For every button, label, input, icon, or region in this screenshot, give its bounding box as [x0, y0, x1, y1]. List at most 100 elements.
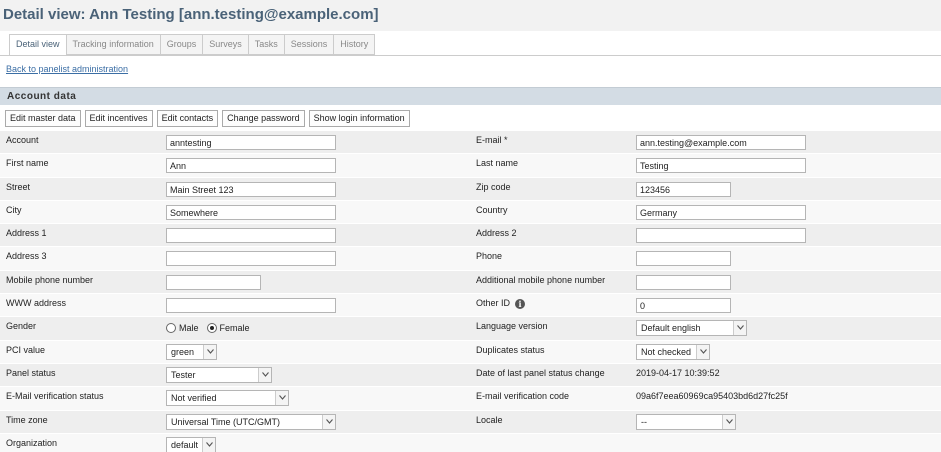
form-row: Organization default: [0, 433, 941, 452]
country-field[interactable]: Germany: [636, 204, 806, 220]
form-row: City Somewhere Country Germany: [0, 200, 941, 225]
last-panel-status-change-label: Date of last panel status change: [476, 367, 605, 378]
street-label: Street: [6, 181, 31, 192]
tab-sessions[interactable]: Sessions: [284, 34, 335, 55]
zip-code-field[interactable]: 123456: [636, 181, 731, 197]
email-verification-status-select[interactable]: Not verified: [166, 390, 289, 407]
other-id-label: Other ID i: [476, 298, 526, 309]
last-name-label: Last name: [476, 158, 519, 169]
tab-history[interactable]: History: [334, 34, 376, 55]
city-field[interactable]: Somewhere: [166, 204, 336, 220]
organization-label: Organization: [6, 437, 58, 448]
email-verification-code-label: E-mail verification code: [476, 391, 570, 402]
tab-groups[interactable]: Groups: [160, 34, 204, 55]
form-row: Gender Male Female Language version Defa…: [0, 317, 941, 341]
organization-select[interactable]: default: [166, 436, 216, 452]
info-icon[interactable]: i: [515, 298, 526, 309]
duplicates-status-value: Not checked: [641, 346, 692, 357]
phone-label: Phone: [476, 251, 503, 262]
change-password-button[interactable]: Change password: [222, 110, 305, 127]
city-label: City: [6, 204, 22, 215]
chevron-down-icon: [258, 367, 271, 382]
title-bar: Detail view: Ann Testing [ann.testing@ex…: [0, 0, 941, 31]
gender-female-label: Female: [219, 323, 250, 334]
mobile-phone-label: Mobile phone number: [6, 274, 94, 285]
edit-contacts-button[interactable]: Edit contacts: [156, 110, 219, 127]
tabs-divider: [0, 55, 941, 56]
language-version-select[interactable]: Default english: [636, 320, 747, 337]
form-row: E-Mail verification status Not verified …: [0, 387, 941, 411]
chevron-down-icon: [696, 344, 709, 359]
pci-value-select[interactable]: green: [166, 343, 217, 360]
edit-incentives-button[interactable]: Edit incentives: [84, 110, 153, 127]
duplicates-status-label: Duplicates status: [476, 344, 545, 355]
address1-label: Address 1: [6, 228, 47, 239]
organization-value: default: [171, 439, 199, 450]
chevron-down-icon: [722, 414, 735, 429]
gender-male-label: Male: [179, 323, 199, 334]
tab-bar: Detail view Tracking information Groups …: [9, 34, 376, 56]
chevron-down-icon: [275, 391, 288, 406]
tab-detail-view[interactable]: Detail view: [9, 34, 67, 56]
gender-male-radio[interactable]: [166, 323, 176, 334]
back-to-panelist-administration-link[interactable]: Back to panelist administration: [6, 64, 128, 74]
first-name-field[interactable]: Ann: [166, 158, 336, 174]
phone-field[interactable]: [636, 251, 731, 267]
chevron-down-icon: [322, 414, 335, 429]
form-row: Street Main Street 123 Zip code 123456: [0, 177, 941, 201]
gender-female-radio[interactable]: [206, 323, 217, 334]
other-id-label-text: Other ID: [476, 298, 511, 309]
mobile-phone-field[interactable]: [166, 274, 261, 290]
form-row: Mobile phone number Additional mobile ph…: [0, 270, 941, 295]
time-zone-select[interactable]: Universal Time (UTC/GMT): [166, 413, 336, 430]
locale-label: Locale: [476, 414, 503, 425]
tab-tracking-information[interactable]: Tracking information: [66, 34, 161, 55]
last-name-field[interactable]: Testing: [636, 158, 806, 174]
street-field[interactable]: Main Street 123: [166, 181, 336, 197]
email-verification-status-value: Not verified: [171, 393, 217, 404]
section-title: Account data: [7, 91, 77, 102]
locale-value: --: [641, 416, 647, 427]
pci-value-label: PCI value: [6, 344, 46, 355]
www-address-field[interactable]: [166, 298, 336, 314]
time-zone-label: Time zone: [6, 414, 48, 425]
additional-mobile-phone-label: Additional mobile phone number: [476, 274, 606, 285]
address3-field[interactable]: [166, 251, 336, 267]
page-title: Detail view: Ann Testing [ann.testing@ex…: [3, 6, 379, 23]
tab-surveys[interactable]: Surveys: [203, 34, 249, 55]
last-panel-status-change-value: 2019-04-17 10:39:52: [636, 367, 720, 378]
address1-field[interactable]: [166, 228, 336, 244]
account-label: Account: [6, 135, 39, 145]
form-row: Time zone Universal Time (UTC/GMT) Local…: [0, 410, 941, 434]
form-row: First name Ann Last name Testing: [0, 154, 941, 178]
account-field[interactable]: anntesting: [166, 135, 336, 150]
language-version-label: Language version: [476, 321, 548, 332]
duplicates-status-select[interactable]: Not checked: [636, 343, 710, 360]
show-login-information-button[interactable]: Show login information: [308, 110, 410, 127]
email-label: E-mail *: [476, 135, 508, 145]
email-field[interactable]: ann.testing@example.com: [636, 135, 806, 150]
address2-field[interactable]: [636, 228, 806, 244]
panel-status-value: Tester: [171, 369, 196, 380]
email-verification-code-value: 09a6f7eea60969ca95403bd6d27fc25f: [636, 391, 788, 402]
address2-label: Address 2: [476, 228, 517, 239]
panel-status-label: Panel status: [6, 367, 56, 378]
chevron-down-icon: [203, 344, 216, 359]
form-row: PCI value green Duplicates status Not ch…: [0, 340, 941, 364]
account-data-grid: Account anntesting E-mail * ann.testing@…: [0, 131, 941, 452]
gender-radio-group: Male Female: [166, 321, 255, 335]
locale-select[interactable]: --: [636, 413, 736, 430]
panel-status-select[interactable]: Tester: [166, 366, 272, 383]
form-row: Panel status Tester Date of last panel s…: [0, 363, 941, 388]
form-row: WWW address Other ID i 0: [0, 294, 941, 318]
additional-mobile-phone-field[interactable]: [636, 274, 731, 290]
zip-code-label: Zip code: [476, 181, 511, 192]
chevron-down-icon: [733, 321, 746, 336]
form-row: Address 3 Phone: [0, 247, 941, 271]
gender-label: Gender: [6, 321, 37, 332]
section-header: Account data: [0, 87, 941, 105]
form-row: Account anntesting E-mail * ann.testing@…: [0, 131, 941, 155]
tab-tasks[interactable]: Tasks: [248, 34, 285, 55]
edit-master-data-button[interactable]: Edit master data: [5, 110, 81, 127]
other-id-field[interactable]: 0: [636, 298, 731, 314]
